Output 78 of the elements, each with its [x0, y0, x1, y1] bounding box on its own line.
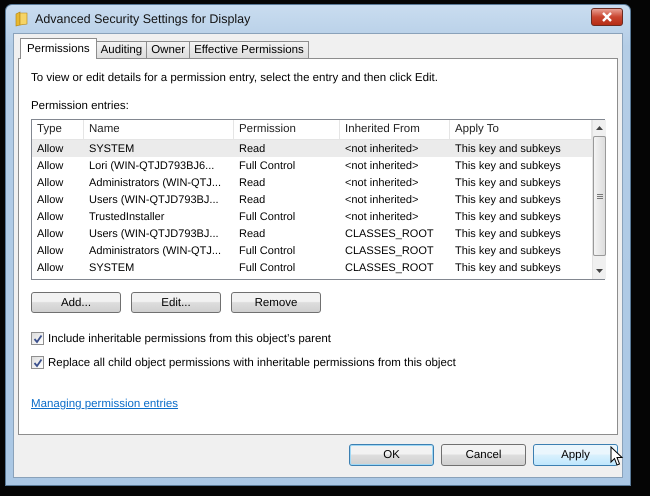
table-cell-text: This key and subkeys	[454, 160, 562, 172]
table-cell-text: Users (WIN-QTJD793BJ...	[88, 228, 220, 240]
tab[interactable]: Effective Permissions	[189, 41, 309, 58]
table-cell-text: <not inherited>	[344, 160, 420, 172]
entry-button[interactable]: Add...	[31, 292, 121, 313]
tab[interactable]: Owner	[146, 41, 190, 58]
table-cell-text: <not inherited>	[344, 194, 420, 206]
table-row[interactable]: Allow Administrators (WIN-QTJ... Full Control CLASSES_ROOT This key and subkeys	[32, 242, 592, 259]
tab[interactable]: Auditing	[96, 41, 148, 58]
table-row[interactable]: Allow Administrators (WIN-QTJ... Read <not inherited> This key and subkeys	[32, 174, 592, 191]
tab[interactable]: Permissions	[20, 38, 97, 59]
scrollbar[interactable]	[592, 120, 606, 279]
table-cell-text: This key and subkeys	[454, 176, 562, 188]
table-cell-text: CLASSES_ROOT	[344, 228, 435, 240]
table-cell-text: Users (WIN-QTJD793BJ...	[88, 194, 220, 206]
table-cell-text: Read	[238, 194, 266, 206]
table-cell-text: TrustedInstaller	[88, 210, 166, 222]
folder-icon	[15, 11, 29, 27]
dialog-button[interactable]: OK	[349, 444, 434, 466]
table-row[interactable]: Allow Lori (WIN-QTJD793BJ6... Full Control <not inherited> This key and subkeys	[32, 157, 592, 174]
dialog-button[interactable]: Cancel	[441, 444, 526, 466]
table-cell-text: Allow	[36, 228, 64, 240]
table-cell-text: This key and subkeys	[454, 142, 562, 154]
checkbox-label: Include inheritable permissions from this object’s parent	[48, 332, 331, 344]
table-cell-text: SYSTEM	[88, 262, 136, 274]
dialog-button[interactable]: Apply	[533, 444, 618, 466]
window-title: Advanced Security Settings for Display	[35, 12, 250, 26]
table-cell-text: This key and subkeys	[454, 194, 562, 206]
column-header[interactable]: Type	[32, 120, 84, 139]
table-row[interactable]: Allow Users (WIN-QTJD793BJ... Read CLASSES_ROOT This key and subkeys	[32, 225, 592, 242]
table-cell-text: Allow	[36, 210, 64, 222]
checkbox[interactable]	[31, 332, 44, 345]
scroll-down-icon[interactable]	[596, 269, 603, 273]
table-row[interactable]: Allow SYSTEM Full Control CLASSES_ROOT This key and subkeys	[32, 259, 592, 276]
checkbox[interactable]	[31, 356, 44, 369]
entries-label: Permission entries:	[31, 100, 130, 112]
table-cell-text: CLASSES_ROOT	[344, 244, 435, 256]
mouse-pointer-icon	[610, 446, 624, 467]
table-row[interactable]: Allow TrustedInstaller Full Control <not inherited> This key and subkeys	[32, 208, 592, 225]
table-cell-text: Lori (WIN-QTJD793BJ6...	[88, 160, 216, 172]
column-header[interactable]: Permission	[234, 120, 340, 139]
entry-button[interactable]: Edit...	[131, 292, 221, 313]
table-cell-text: Allow	[36, 194, 64, 206]
help-link[interactable]: Managing permission entries	[31, 398, 178, 410]
table-cell-text: Allow	[36, 160, 64, 172]
table-cell-text: SYSTEM	[88, 142, 136, 154]
instruction-text: To view or edit details for a permission entry, select the entry and then click Edit.	[31, 72, 439, 84]
table-cell-text: Full Control	[238, 210, 296, 222]
checkbox-label: Replace all child object permissions with inheritable permissions from this object	[48, 356, 456, 368]
table-cell-text: Administrators (WIN-QTJ...	[88, 176, 222, 188]
table-cell-text: CLASSES_ROOT	[344, 262, 435, 274]
table-cell-text: Allow	[36, 142, 64, 154]
table-cell-text: Full Control	[238, 244, 296, 256]
table-cell-text: <not inherited>	[344, 210, 420, 222]
table-cell-text: This key and subkeys	[454, 262, 562, 274]
table-cell-text: Allow	[36, 176, 64, 188]
scroll-up-icon[interactable]	[596, 126, 603, 130]
table-cell-text: This key and subkeys	[454, 228, 562, 240]
table-cell-text: Allow	[36, 244, 64, 256]
table-row[interactable]: Allow SYSTEM Read <not inherited> This key and subkeys	[32, 140, 592, 157]
table-row[interactable]: Allow Users (WIN-QTJD793BJ... Read <not inherited> This key and subkeys	[32, 191, 592, 208]
table-cell-text: Full Control	[238, 262, 296, 274]
column-header[interactable]: Inherited From	[340, 120, 450, 139]
table-cell-text: This key and subkeys	[454, 210, 562, 222]
table-cell-text: Administrators (WIN-QTJ...	[88, 244, 222, 256]
close-icon[interactable]	[601, 12, 613, 22]
table-cell-text: Read	[238, 176, 266, 188]
column-header[interactable]: Name	[84, 120, 234, 139]
entry-button[interactable]: Remove	[231, 292, 321, 313]
table-cell-text: This key and subkeys	[454, 244, 562, 256]
table-cell-text: Read	[238, 142, 266, 154]
close-button[interactable]	[591, 8, 623, 26]
table-cell-text: Full Control	[238, 160, 296, 172]
table-cell-text: Allow	[36, 262, 64, 274]
table-cell-text: Read	[238, 228, 266, 240]
scroll-thumb[interactable]	[593, 136, 606, 256]
table-cell-text: <not inherited>	[344, 142, 420, 154]
table-cell-text: <not inherited>	[344, 176, 420, 188]
